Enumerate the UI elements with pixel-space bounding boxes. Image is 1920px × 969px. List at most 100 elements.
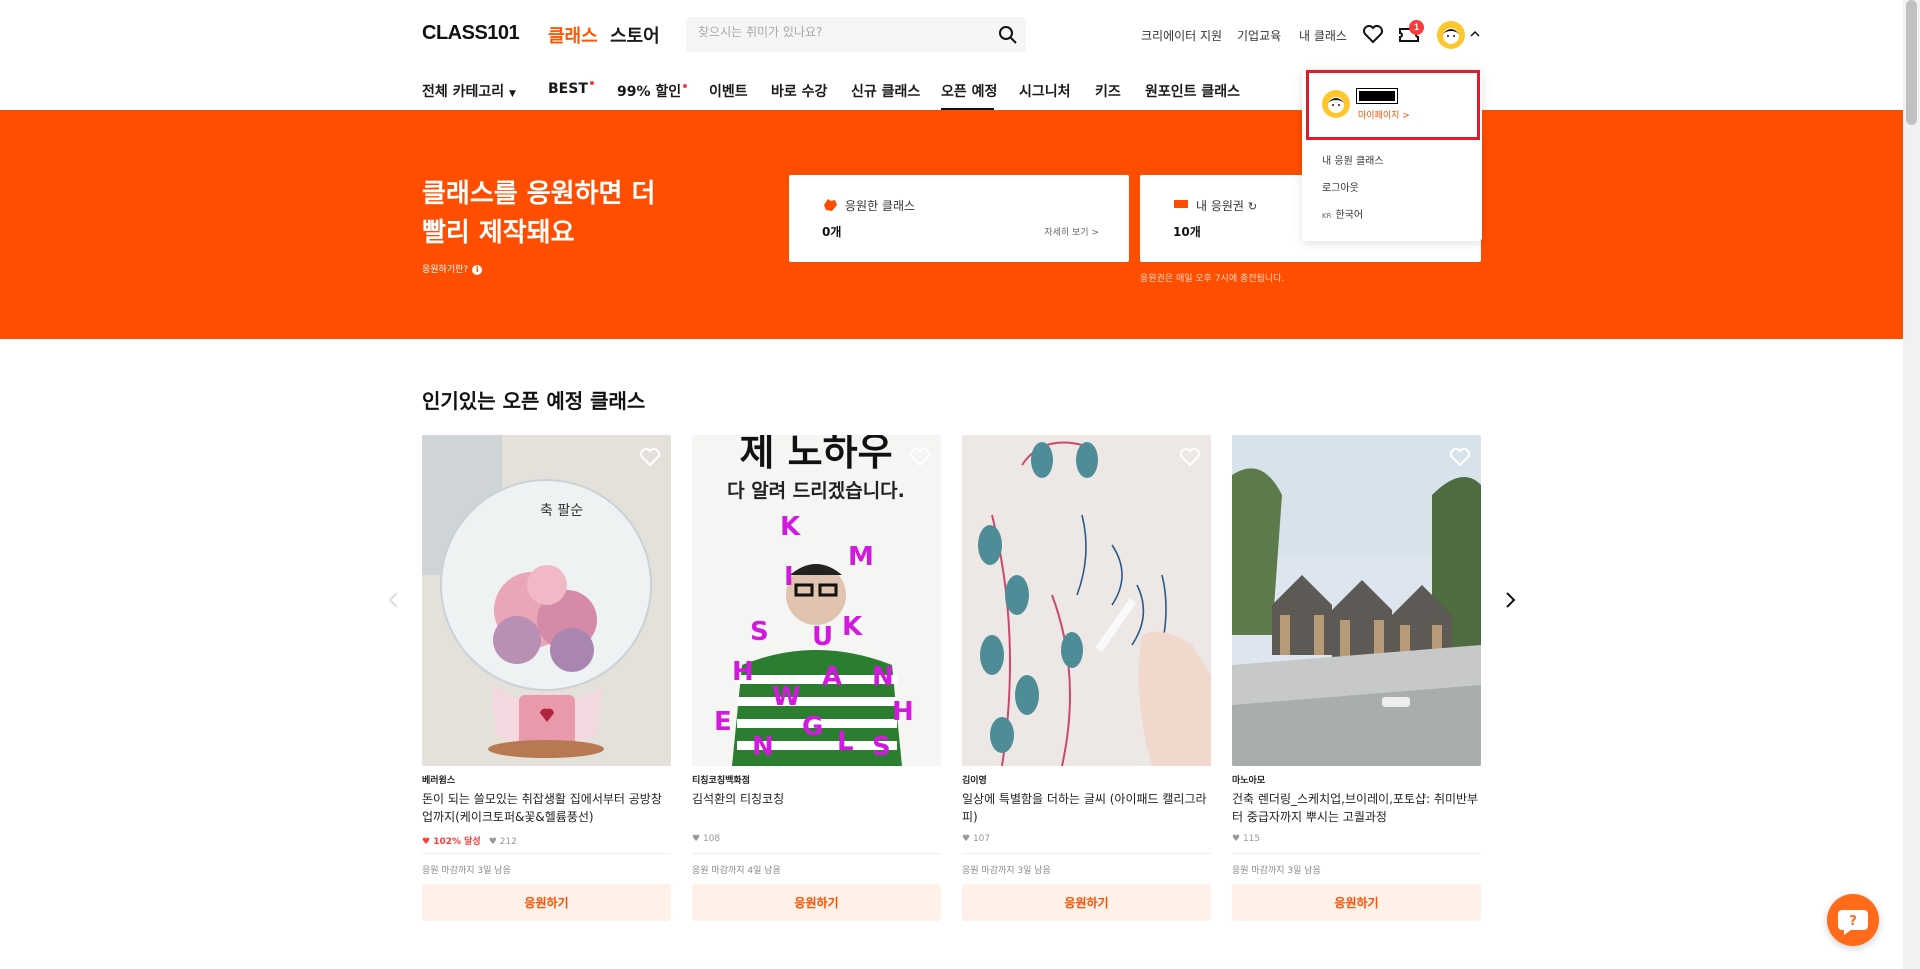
- language-label: 한국어: [1335, 210, 1364, 221]
- svg-text:N: N: [752, 732, 774, 762]
- class-stats: ♥ 108: [692, 834, 720, 844]
- svg-text:H: H: [732, 657, 754, 687]
- scrollbar-thumb[interactable]: [1906, 0, 1917, 125]
- class-thumbnail[interactable]: 제 노하우 다 알려 드리겠습니다. KMISK UHANW HEGNLS: [692, 435, 941, 766]
- divider: [692, 853, 941, 854]
- svg-text:N: N: [872, 662, 894, 692]
- nav-event[interactable]: 이벤트: [709, 81, 748, 101]
- nav-coming-soon[interactable]: 오픈 예정: [941, 81, 997, 101]
- carousel-prev-arrow-icon[interactable]: [382, 588, 406, 612]
- search-icon[interactable]: [998, 25, 1018, 45]
- chevron-up-icon[interactable]: [1469, 28, 1481, 40]
- svg-text:G: G: [802, 712, 823, 742]
- class101-logo[interactable]: CLASS101: [422, 22, 520, 45]
- svg-text:U: U: [812, 622, 833, 652]
- thumb-text: 축 팔순: [540, 503, 583, 519]
- likes-icon: ♥: [692, 834, 701, 844]
- cheer-button[interactable]: 응원하기: [962, 884, 1211, 921]
- wishlist-heart-icon[interactable]: [1449, 447, 1471, 467]
- top-bar: CLASS101 클래스 스토어 크리에이터 지원 기업교육 내 클래스 1: [0, 0, 1903, 70]
- nav-label: BEST: [548, 81, 588, 97]
- balloon-flowers-image: 축 팔순: [422, 435, 671, 766]
- nav-new[interactable]: 신규 클래스: [851, 81, 920, 101]
- class-thumbnail[interactable]: [962, 435, 1211, 766]
- nav-signature[interactable]: 시그니처: [1019, 81, 1071, 101]
- help-chat-button[interactable]: ?: [1827, 894, 1879, 946]
- view-details-link[interactable]: 자세히 보기 >: [1044, 225, 1099, 238]
- redacted-user-name: [1356, 88, 1398, 104]
- my-cheered-classes-link[interactable]: 내 응원 클래스: [1322, 152, 1384, 167]
- creator-support-link[interactable]: 크리에이터 지원: [1141, 27, 1222, 44]
- creator-name: 마노아모: [1232, 776, 1266, 786]
- nav-label: 전체 카테고리: [422, 84, 505, 100]
- svg-text:H: H: [892, 697, 914, 727]
- class-stats: ♥ 107: [962, 834, 990, 844]
- cheer-tickets-count: 10개: [1173, 225, 1201, 239]
- wishlist-heart-icon[interactable]: [639, 447, 661, 467]
- funding-rate: ♥ 102% 달성: [422, 837, 481, 847]
- label-text: 내 응원권: [1196, 199, 1244, 213]
- wishlist-heart-icon[interactable]: [1179, 447, 1201, 467]
- class-card[interactable]: 축 팔순 베러윔스 돈이 되는 쓸모있는 취잡생활 집에서부터 공방창업까지(케…: [422, 435, 671, 921]
- my-classes-link[interactable]: 내 클래스: [1299, 27, 1347, 44]
- class-title[interactable]: 김석환의 티칭코칭: [692, 790, 941, 808]
- svg-text:A: A: [822, 662, 842, 692]
- section-title: 인기있는 오픈 예정 클래스: [422, 389, 646, 413]
- cheer-button[interactable]: 응원하기: [422, 884, 671, 921]
- language-selector[interactable]: KR 한국어: [1322, 206, 1363, 221]
- nav-one-point[interactable]: 원포인트 클래스: [1145, 81, 1240, 101]
- cheer-button[interactable]: 응원하기: [1232, 884, 1481, 921]
- class-card[interactable]: 김이영 일상에 특별함을 더하는 글씨 (아이패드 캘리그라피) ♥ 107 응…: [962, 435, 1211, 921]
- dropdown-avatar: [1322, 90, 1350, 118]
- cheer-button[interactable]: 응원하기: [692, 884, 941, 921]
- logout-link[interactable]: 로그아웃: [1322, 179, 1359, 194]
- caret-down-icon: ▼: [509, 89, 516, 99]
- user-avatar[interactable]: [1437, 21, 1465, 49]
- creator-name: 티칭코칭백화점: [692, 776, 750, 786]
- my-page-link[interactable]: 마이페이지 >: [1358, 108, 1410, 121]
- chat-bubble-icon: ?: [1838, 910, 1868, 935]
- likes-icon: ♥: [1232, 834, 1241, 844]
- refresh-icon[interactable]: ↻: [1248, 200, 1257, 213]
- class-title[interactable]: 건축 렌더링_스케치업,브이레이,포토샵: 취미반부터 중급자까지 뿌시는 고퀄…: [1232, 790, 1481, 826]
- deadline-text: 응원 마감까지 3일 남음: [422, 866, 511, 876]
- carousel-next-arrow-icon[interactable]: [1498, 588, 1522, 612]
- class-card[interactable]: 제 노하우 다 알려 드리겠습니다. KMISK UHANW HEGNLS 티칭…: [692, 435, 941, 921]
- scrollbar-track[interactable]: [1903, 0, 1920, 969]
- svg-text:L: L: [837, 727, 854, 757]
- wishlist-heart-icon[interactable]: [1361, 22, 1385, 46]
- thumb-subheadline: 다 알려 드리겠습니다.: [727, 480, 905, 502]
- wishlist-heart-icon[interactable]: [909, 447, 931, 467]
- class-thumbnail[interactable]: 축 팔순: [422, 435, 671, 766]
- nav-best[interactable]: BEST: [548, 81, 594, 97]
- tab-class[interactable]: 클래스: [548, 22, 598, 48]
- divider: [422, 853, 671, 854]
- search-input[interactable]: [698, 25, 988, 39]
- class-card[interactable]: 마노아모 건축 렌더링_스케치업,브이레이,포토샵: 취미반부터 중급자까지 뿌…: [1232, 435, 1481, 921]
- nav-all-categories[interactable]: 전체 카테고리 ▼: [422, 81, 516, 101]
- recharge-note: 응원권은 매일 오후 7시에 충전됩니다.: [1140, 274, 1285, 284]
- search-bar: [686, 17, 1026, 52]
- tab-store[interactable]: 스토어: [610, 22, 660, 48]
- nav-99-discount[interactable]: 99% 할인: [617, 81, 688, 101]
- what-is-cheer-link[interactable]: 응원하기란? i: [422, 262, 483, 275]
- help-label: 응원하기란?: [422, 265, 469, 275]
- class-stats: ♥ 102% 달성 ♥ 212: [422, 834, 517, 847]
- divider: [1232, 853, 1481, 854]
- deadline-text: 응원 마감까지 3일 남음: [1232, 866, 1321, 876]
- funding-text: 102% 달성: [433, 837, 481, 847]
- corporate-education-link[interactable]: 기업교육: [1237, 27, 1281, 44]
- likes-icon: ♥: [488, 837, 497, 847]
- class-title[interactable]: 돈이 되는 쓸모있는 취잡생활 집에서부터 공방창업까지(케이크토퍼&꽃&헬륨풍…: [422, 790, 671, 826]
- nav-kids[interactable]: 키즈: [1095, 81, 1121, 101]
- svg-text:W: W: [772, 682, 801, 712]
- svg-text:I: I: [784, 562, 794, 592]
- likes-count: 107: [972, 834, 991, 844]
- likes-icon: ♥: [962, 834, 971, 844]
- class-title[interactable]: 일상에 특별함을 더하는 글씨 (아이패드 캘리그라피): [962, 790, 1211, 826]
- likes-count: 115: [1242, 834, 1261, 844]
- nav-instant[interactable]: 바로 수강: [771, 81, 827, 101]
- new-dot: [589, 81, 594, 85]
- class-thumbnail[interactable]: [1232, 435, 1481, 766]
- cheered-classes-card[interactable]: 응원한 클래스 0개 자세히 보기 >: [789, 175, 1129, 262]
